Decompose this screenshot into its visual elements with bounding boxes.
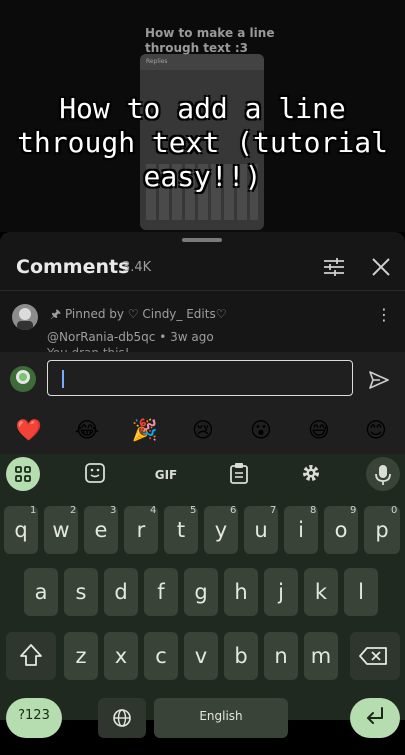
key-hint-3: 3 xyxy=(110,505,117,516)
key-hint-4: 4 xyxy=(150,505,157,516)
emoji-smile[interactable]: 😊 xyxy=(362,416,390,444)
comment-input[interactable] xyxy=(47,360,353,396)
comments-count: 3.4K xyxy=(122,260,152,275)
emoji-heart[interactable]: ❤️ xyxy=(15,416,43,444)
space-key[interactable]: English xyxy=(154,698,288,738)
key-g[interactable]: g xyxy=(184,568,218,616)
comments-divider xyxy=(0,290,405,291)
key-hint-2: 2 xyxy=(70,505,77,516)
sticker-icon xyxy=(85,463,105,483)
backspace-key[interactable] xyxy=(350,632,400,680)
user-avatar xyxy=(10,366,36,392)
more-options-icon[interactable]: ⋮ xyxy=(376,306,392,326)
emoji-sweat-smile[interactable]: 😅 xyxy=(305,416,333,444)
shift-key[interactable] xyxy=(6,632,56,680)
voice-input-button[interactable] xyxy=(366,457,400,491)
key-h[interactable]: h xyxy=(224,568,258,616)
video-background-title: How to make a line through text :3 xyxy=(145,26,275,55)
keyboard-apps-button[interactable] xyxy=(6,457,40,491)
overlay-line-1: How to add a line xyxy=(59,92,346,125)
overlay-line-2: through text (tutorial xyxy=(17,126,388,159)
key-k[interactable]: k xyxy=(304,568,338,616)
key-z[interactable]: z xyxy=(64,632,98,680)
comments-title: Comments xyxy=(16,256,130,278)
drag-handle[interactable] xyxy=(182,238,222,242)
key-a[interactable]: a xyxy=(24,568,58,616)
key-hint-1: 1 xyxy=(30,505,37,516)
key-f[interactable]: f xyxy=(144,568,178,616)
send-icon[interactable] xyxy=(368,370,390,390)
key-n[interactable]: n xyxy=(264,632,298,680)
gif-button[interactable]: GIF xyxy=(148,462,184,488)
emoji-party[interactable]: 🎉 xyxy=(131,416,159,444)
key-hint-9: 9 xyxy=(350,505,357,516)
pinned-text: Pinned by ♡ Cindy_ Edits♡ xyxy=(64,307,227,321)
pin-icon: 🖈 xyxy=(50,307,62,321)
commenter-avatar[interactable] xyxy=(12,304,38,330)
key-s[interactable]: s xyxy=(64,568,98,616)
key-j[interactable]: j xyxy=(264,568,298,616)
comment-author[interactable]: @NorRania-db5qc • 3w ago xyxy=(47,330,214,344)
user-avatar-icon xyxy=(16,370,30,384)
key-hint-7: 7 xyxy=(270,505,277,516)
overlay-line-3: easy!!) xyxy=(143,160,262,193)
grid-icon xyxy=(15,466,31,482)
microphone-icon xyxy=(375,465,391,485)
text-caret xyxy=(62,370,64,388)
key-d[interactable]: d xyxy=(104,568,138,616)
key-hint-5: 5 xyxy=(190,505,197,516)
settings-button[interactable] xyxy=(298,462,324,488)
key-l[interactable]: l xyxy=(344,568,378,616)
pinned-label: 🖈 Pinned by ♡ Cindy_ Edits♡ xyxy=(50,305,226,326)
emoji-crying[interactable]: 😢 xyxy=(189,416,217,444)
close-icon[interactable] xyxy=(370,256,392,278)
backspace-icon xyxy=(359,647,387,665)
avatar-image-icon xyxy=(17,308,33,330)
video-overlay-text: How to add a line through text (tutorial… xyxy=(0,92,405,194)
globe-icon xyxy=(113,709,131,727)
key-hint-8: 8 xyxy=(310,505,317,516)
gear-icon xyxy=(303,465,319,481)
key-m[interactable]: m xyxy=(304,632,338,680)
key-c[interactable]: c xyxy=(144,632,178,680)
key-b[interactable]: b xyxy=(224,632,258,680)
clipboard-button[interactable] xyxy=(226,462,252,488)
sticker-button[interactable] xyxy=(82,462,108,488)
key-v[interactable]: v xyxy=(184,632,218,680)
symbols-key[interactable]: ?123 xyxy=(6,698,62,738)
emoji-surprised[interactable]: 😮 xyxy=(247,416,275,444)
key-hint-0: 0 xyxy=(391,505,398,516)
enter-key[interactable] xyxy=(350,698,400,738)
key-x[interactable]: x xyxy=(104,632,138,680)
emoji-key[interactable] xyxy=(98,698,146,738)
shift-icon xyxy=(20,644,42,666)
enter-icon xyxy=(367,707,383,724)
filter-icon[interactable] xyxy=(322,257,346,277)
key-hint-6: 6 xyxy=(230,505,237,516)
emoji-laughing[interactable]: 😂 xyxy=(73,416,101,444)
clipboard-icon xyxy=(230,463,248,484)
phone-header: Replies xyxy=(140,54,264,70)
